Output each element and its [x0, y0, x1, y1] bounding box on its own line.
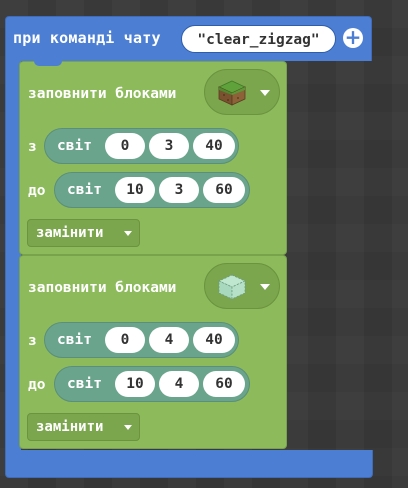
on-chat-command-block-footer — [5, 450, 373, 478]
world-position-label: світ — [67, 376, 102, 392]
z-coordinate-input[interactable]: 40 — [193, 133, 235, 159]
block-type-dropdown[interactable] — [204, 69, 280, 115]
plus-circle-icon[interactable]: + — [343, 27, 363, 48]
world-position-label: світ — [57, 138, 92, 154]
fill-mode-dropdown[interactable]: замінити — [27, 219, 140, 247]
block-type-dropdown[interactable] — [204, 263, 280, 309]
event-title: при команді чату — [13, 29, 161, 47]
to-label: до — [28, 377, 46, 393]
y-coordinate-input[interactable]: 4 — [149, 327, 189, 353]
world-position-reporter-to[interactable]: світ 10 3 60 — [54, 172, 250, 208]
chevron-down-icon — [260, 90, 270, 96]
chevron-down-icon — [124, 231, 132, 236]
grass-block-icon — [218, 80, 246, 106]
y-coordinate-input[interactable]: 3 — [159, 177, 199, 203]
fill-with-blocks-label: заповнити блоками — [28, 280, 177, 296]
x-coordinate-input[interactable]: 10 — [115, 371, 155, 397]
air-block-icon — [218, 274, 246, 300]
to-label: до — [28, 183, 46, 199]
chevron-down-icon — [124, 425, 132, 430]
from-label: з — [28, 139, 37, 155]
z-coordinate-input[interactable]: 60 — [203, 371, 245, 397]
x-coordinate-input[interactable]: 0 — [105, 133, 145, 159]
fill-with-blocks-label: заповнити блоками — [28, 86, 177, 102]
world-position-reporter-from[interactable]: світ 0 4 40 — [44, 322, 239, 358]
world-position-label: світ — [67, 182, 102, 198]
fill-mode-dropdown[interactable]: замінити — [27, 413, 140, 441]
fill-mode-label: замінити — [36, 225, 104, 241]
block-notch — [34, 61, 62, 66]
world-position-label: світ — [57, 332, 92, 348]
world-position-reporter-from[interactable]: світ 0 3 40 — [44, 128, 239, 164]
chevron-down-icon — [260, 284, 270, 290]
from-label: з — [28, 333, 37, 349]
world-position-reporter-to[interactable]: світ 10 4 60 — [54, 366, 250, 402]
y-coordinate-input[interactable]: 4 — [159, 371, 199, 397]
x-coordinate-input[interactable]: 10 — [115, 177, 155, 203]
fill-mode-label: замінити — [36, 419, 104, 435]
z-coordinate-input[interactable]: 40 — [193, 327, 235, 353]
y-coordinate-input[interactable]: 3 — [149, 133, 189, 159]
command-name-field[interactable]: "clear_zigzag" — [181, 25, 336, 53]
z-coordinate-input[interactable]: 60 — [203, 177, 245, 203]
x-coordinate-input[interactable]: 0 — [105, 327, 145, 353]
